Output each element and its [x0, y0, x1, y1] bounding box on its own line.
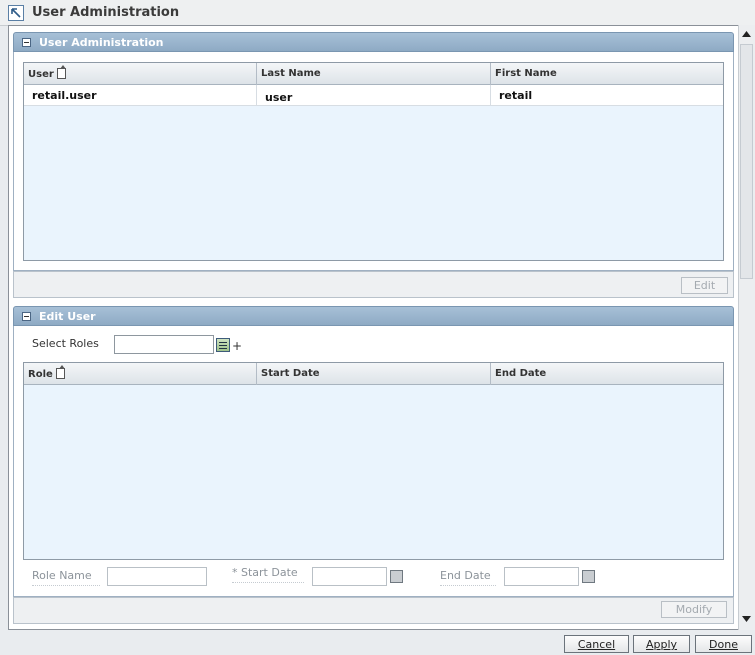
select-roles-label: Select Roles: [32, 337, 99, 350]
edit-user-panel-header: Edit User: [13, 306, 734, 326]
start-date-label: * Start Date: [232, 566, 304, 583]
role-table: Role Start Date End Date: [23, 362, 724, 560]
apply-button[interactable]: Apply: [633, 635, 690, 653]
edit-user-panel-footer: Modify: [13, 597, 734, 624]
collapse-icon[interactable]: [22, 38, 31, 47]
sort-ascending-icon[interactable]: [56, 65, 66, 79]
cell-user: retail.user: [24, 85, 257, 106]
user-admin-panel-header: User Administration: [13, 32, 734, 52]
modify-button[interactable]: Modify: [661, 601, 727, 618]
cell-first-name: retail: [499, 89, 533, 102]
column-header-end-date[interactable]: End Date: [491, 363, 723, 385]
column-header-start-date[interactable]: Start Date: [257, 363, 491, 385]
collapse-icon[interactable]: [22, 312, 31, 321]
calendar-icon[interactable]: [582, 570, 595, 583]
add-role-icon[interactable]: +: [232, 339, 242, 353]
role-table-header: Role Start Date End Date: [24, 363, 723, 385]
column-header-last-name[interactable]: Last Name: [257, 63, 491, 85]
edit-user-panel-title: Edit User: [39, 310, 96, 323]
table-row[interactable]: retail.user user retail: [24, 85, 723, 106]
column-header-user[interactable]: User: [24, 63, 257, 85]
scroll-down-arrow-icon[interactable]: [741, 613, 752, 625]
role-name-field: [107, 567, 207, 586]
calendar-icon[interactable]: [390, 570, 403, 583]
done-button[interactable]: Done: [695, 635, 752, 653]
select-roles-input[interactable]: [114, 335, 214, 354]
end-date-label: End Date: [440, 569, 496, 586]
cancel-button[interactable]: Cancel: [564, 635, 629, 653]
edit-button[interactable]: Edit: [681, 277, 728, 294]
sort-ascending-icon[interactable]: [55, 365, 65, 379]
window-icon: [8, 5, 24, 21]
end-date-field: [504, 567, 579, 586]
title-bar: User Administration: [0, 0, 755, 26]
column-header-first-name[interactable]: First Name: [491, 63, 723, 85]
cell-last-name: user: [257, 85, 491, 106]
user-table-header: User Last Name First Name: [24, 63, 723, 85]
list-of-values-icon[interactable]: [216, 338, 230, 352]
user-admin-panel-title: User Administration: [39, 36, 164, 49]
window-title: User Administration: [32, 5, 180, 20]
column-header-role[interactable]: Role: [24, 363, 257, 385]
scroll-up-arrow-icon[interactable]: [741, 28, 752, 40]
required-marker: *: [232, 566, 238, 579]
start-date-field: [312, 567, 387, 586]
role-name-label: Role Name: [32, 569, 100, 586]
scrollbar-thumb[interactable]: [740, 44, 753, 279]
user-table: User Last Name First Name retail.user us…: [23, 62, 724, 261]
user-admin-panel-footer: Edit: [13, 271, 734, 298]
